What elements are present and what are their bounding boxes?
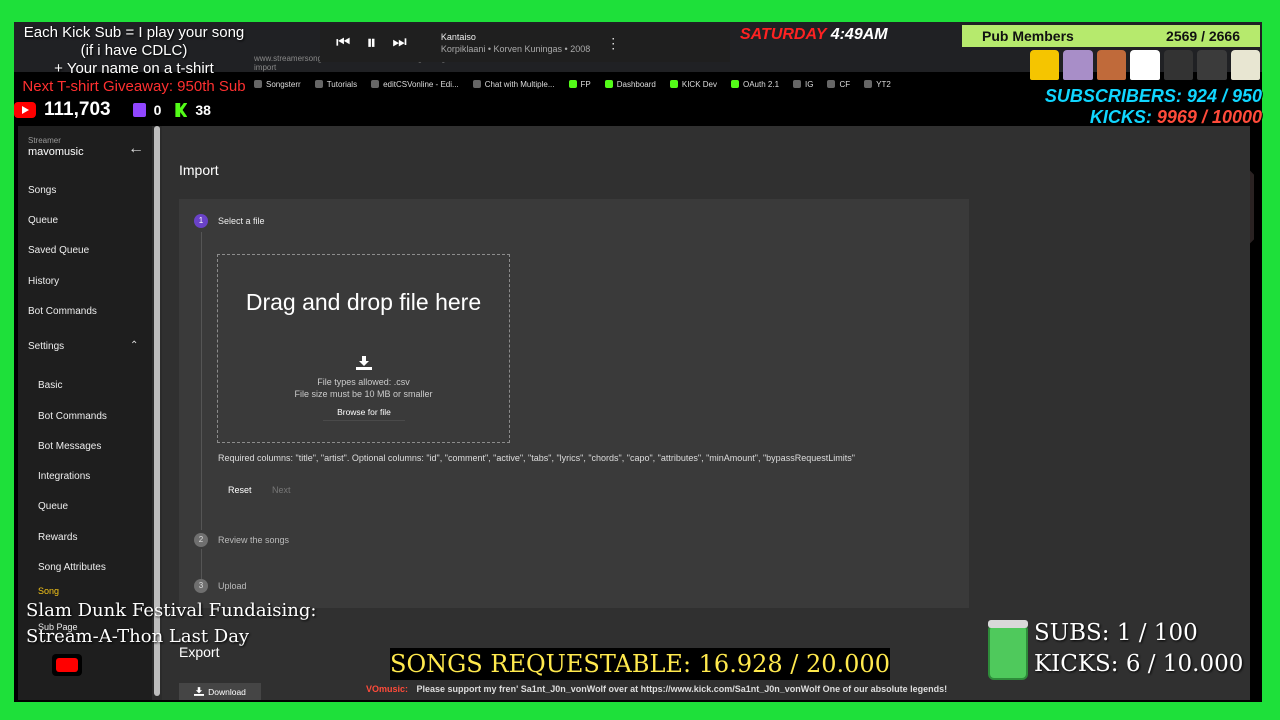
bookmark-ig[interactable]: IG (793, 80, 813, 89)
bookmark-dashboard[interactable]: Dashboard (604, 80, 656, 89)
kick-icon (669, 80, 678, 88)
step-1-label: Select a file (218, 216, 265, 226)
sub-promo-overlay: Each Kick Sub = I play your song (if i h… (22, 24, 246, 95)
stream-clock: SATURDAY 4:49AM (740, 26, 888, 43)
instagram-icon (793, 80, 802, 88)
step-3-label[interactable]: Upload (218, 581, 247, 591)
sidebar-item-settings[interactable]: Settings (28, 341, 64, 352)
download-icon (194, 687, 205, 696)
platform-stats: 111,703 0 38 (14, 96, 254, 124)
tip-jar-icon (988, 620, 1028, 680)
next-track-icon[interactable]: ⏭ (392, 34, 406, 52)
tshirt-icon (1030, 50, 1060, 80)
tshirt-icon (1063, 50, 1093, 80)
step-2-indicator: 2 (194, 533, 208, 547)
browse-file-button[interactable]: Browse for file (323, 403, 405, 421)
bookmark-kick-dev[interactable]: KICK Dev (669, 80, 717, 89)
sidebar-item-queue[interactable]: Queue (28, 215, 58, 226)
track-info: Kantaiso Korpiklaani • Korven Kuningas •… (441, 31, 590, 55)
site-icon (827, 80, 836, 88)
sidebar-item-saved-queue[interactable]: Saved Queue (28, 245, 89, 256)
page-title: Import (179, 162, 219, 178)
kick-count: 38 (195, 102, 211, 118)
bookmark-fp[interactable]: FP (568, 80, 591, 89)
folder-icon (314, 80, 323, 88)
jar-lid (988, 620, 1028, 628)
reset-button[interactable]: Reset (228, 485, 252, 495)
folder-icon (254, 80, 262, 88)
bookmark-cf[interactable]: CF (827, 80, 850, 89)
bookmarks-bar: Songsterr Tutorials editCSVonline - Edi.… (254, 74, 1054, 94)
ticker-user: VOmusic: (366, 684, 409, 694)
bookmark-yt2[interactable]: YT2 (864, 80, 891, 89)
download-button[interactable]: Download (179, 683, 261, 700)
settings-item-song-attributes[interactable]: Song Attributes (38, 562, 106, 573)
settings-item-song[interactable]: Song (38, 586, 59, 596)
kick-icon (568, 80, 577, 88)
step-3-indicator: 3 (194, 579, 208, 593)
track-subtitle: Korpiklaani • Korven Kuningas • 2008 (440, 44, 591, 54)
settings-item-bot-messages[interactable]: Bot Messages (38, 441, 101, 452)
pause-icon[interactable]: ⏸ (366, 32, 376, 55)
tshirt-icon (1096, 50, 1127, 80)
songs-requestable-counter: SONGS REQUESTABLE: 16.928 / 20.000 (390, 648, 890, 680)
twitch-icon (132, 103, 146, 117)
bookmark-tutorials[interactable]: Tutorials (314, 80, 357, 89)
step-connector (201, 232, 202, 530)
back-arrow-icon[interactable]: ← (128, 140, 144, 158)
file-types-allowed: File types allowed: .csv (317, 377, 410, 387)
pub-members-bar: Pub Members 2569 / 2666 (962, 25, 1260, 47)
sidebar-item-bot-commands[interactable]: Bot Commands (28, 306, 97, 317)
dropzone-title: Drag and drop file here (245, 289, 482, 315)
bookmark-songsterr[interactable]: Songsterr (254, 80, 301, 89)
youtube-count: 111,703 (44, 99, 111, 120)
step-1-indicator: 1 (194, 214, 208, 228)
subscribers-goal: SUBSCRIBERS: 924 / 950 (1044, 86, 1262, 106)
settings-item-rewards[interactable]: Rewards (38, 532, 77, 543)
step-2-label[interactable]: Review the songs (218, 535, 289, 545)
youtube-icon (864, 80, 873, 88)
merch-shirts (1030, 50, 1260, 82)
file-size-limit: File size must be 10 MB or smaller (294, 389, 433, 399)
settings-item-integrations[interactable]: Integrations (38, 471, 90, 482)
track-title: Kantaiso (440, 32, 476, 42)
bookmark-editcsv[interactable]: editCSVonline - Edi... (371, 80, 459, 89)
download-tray-icon (356, 356, 372, 370)
settings-item-bot-commands[interactable]: Bot Commands (38, 411, 107, 422)
file-dropzone[interactable]: Drag and drop file here File types allow… (217, 254, 510, 443)
settings-item-basic[interactable]: Basic (38, 380, 62, 391)
kick-icon (731, 80, 739, 88)
fundraiser-overlay: Slam Dunk Festival Fundaising: Stream-A-… (26, 600, 317, 647)
kick-icon (604, 80, 613, 88)
kicks-goal-counter: KICKS: 6 / 10.000 (1034, 651, 1244, 677)
sidebar-item-songs[interactable]: Songs (28, 185, 56, 196)
tshirt-icon (1163, 50, 1194, 80)
bookmark-chat[interactable]: Chat with Multiple... (472, 80, 555, 89)
music-player: ⏮ ⏸ ⏭ Kantaiso Korpiklaani • Korven Kuni… (320, 24, 730, 62)
streamer-caption: Streamer (28, 136, 61, 145)
chat-ticker: VOmusic: Please support my fren' Sa1nt_J… (366, 684, 1166, 700)
youtube-icon (14, 102, 36, 118)
bookmark-oauth[interactable]: OAuth 2.1 (731, 80, 779, 89)
ticker-message: Please support my fren' Sa1nt_J0n_vonWol… (416, 684, 948, 694)
required-columns-note: Required columns: "title", "artist". Opt… (218, 453, 855, 463)
site-icon (472, 80, 481, 88)
settings-item-queue[interactable]: Queue (38, 501, 68, 512)
next-button[interactable]: Next (272, 485, 291, 495)
youtube-icon (52, 654, 82, 676)
tshirt-icon (1230, 50, 1260, 80)
kick-icon (175, 103, 188, 117)
previous-track-icon[interactable]: ⏮ (336, 34, 350, 52)
site-icon (371, 80, 380, 88)
twitch-count: 0 (153, 102, 162, 118)
step-connector (201, 549, 202, 579)
streamer-name: mavomusic (28, 146, 84, 158)
sidebar-item-history[interactable]: History (28, 276, 59, 287)
subs-goal-counter: SUBS: 1 / 100 (1034, 620, 1198, 646)
chevron-up-icon[interactable]: ⌃ (130, 340, 138, 351)
tshirt-icon (1130, 50, 1160, 80)
kicks-goal: KICKS: 9969 / 10000 (1089, 107, 1262, 127)
more-options-icon[interactable]: ⋮ (606, 35, 620, 52)
tshirt-icon (1197, 50, 1227, 80)
